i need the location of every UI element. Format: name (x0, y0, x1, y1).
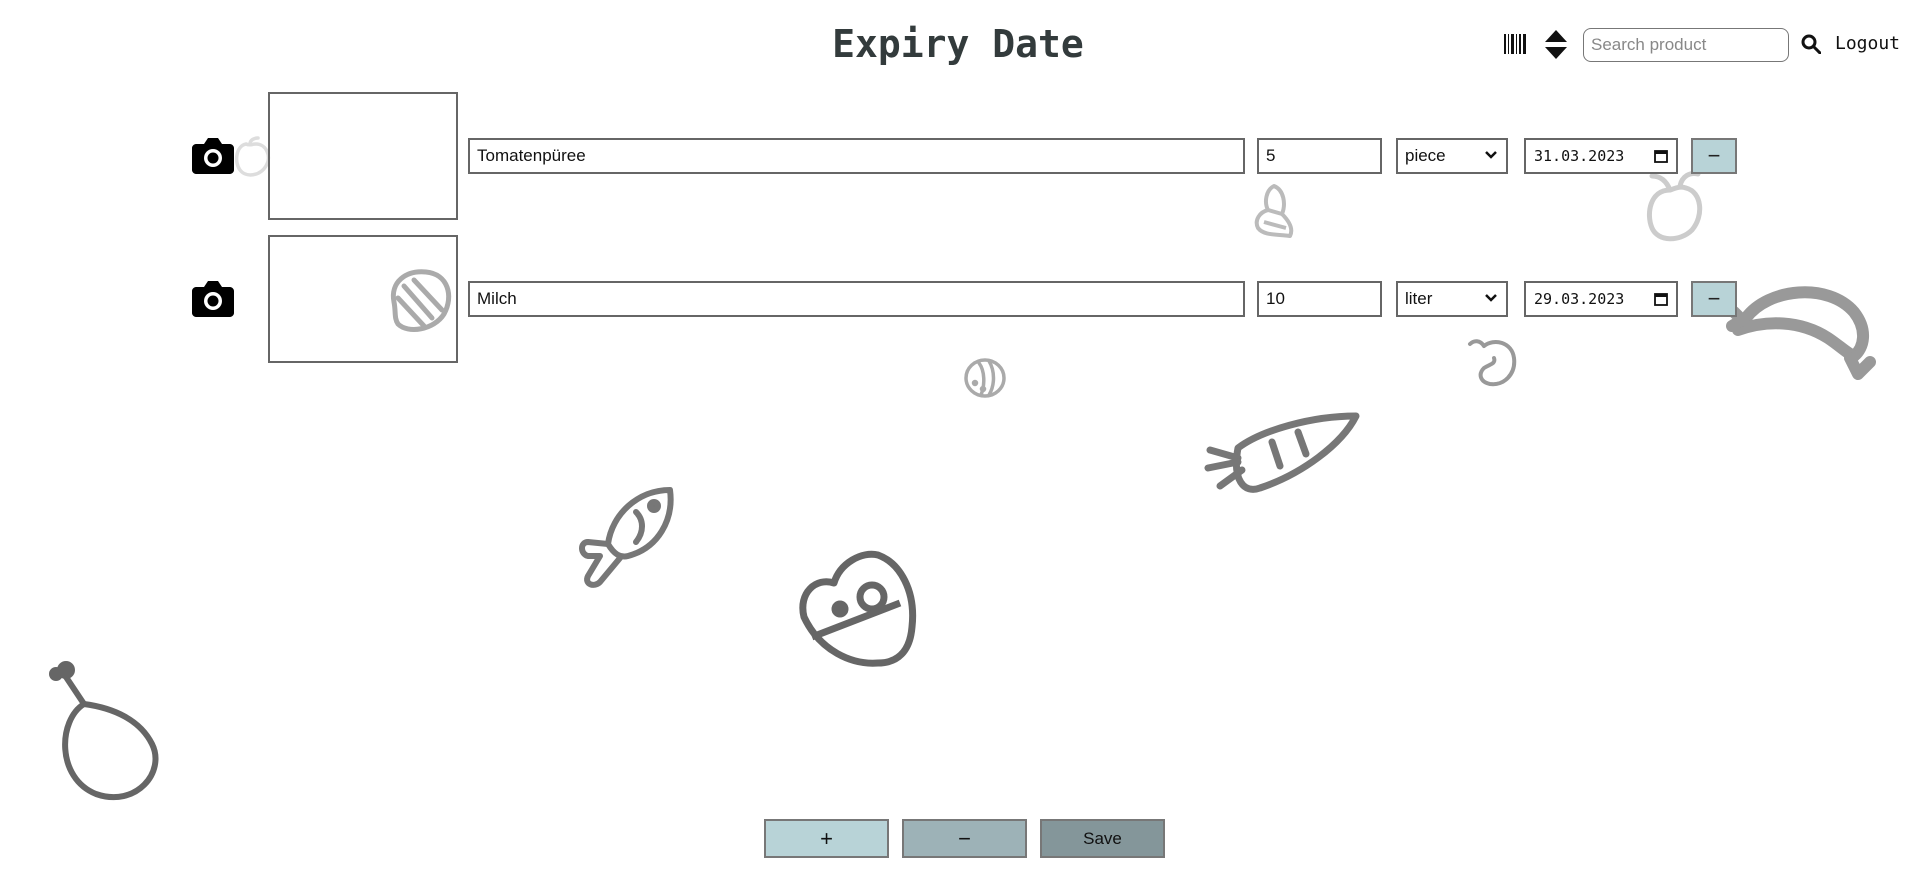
remove-row-label: − (1707, 143, 1721, 168)
fish-doodle (578, 484, 678, 594)
camera-icon[interactable] (192, 136, 234, 179)
barcode-icon[interactable] (1504, 34, 1526, 59)
expiry-date-field[interactable]: 29.03.2023 (1524, 281, 1678, 317)
unit-select-value: piece (1396, 138, 1508, 174)
remove-last-row-button[interactable]: − (902, 819, 1027, 858)
add-row-label: + (820, 825, 833, 851)
carrot-doodle (1202, 410, 1362, 495)
product-photo[interactable] (268, 235, 458, 363)
add-row-button[interactable]: + (764, 819, 889, 858)
remove-row-button[interactable]: − (1691, 281, 1737, 317)
expiry-date-value: 29.03.2023 (1534, 290, 1625, 308)
remove-row-button[interactable]: − (1691, 138, 1737, 174)
product-row: piece 31.03.2023 − (0, 92, 1916, 222)
remove-last-row-label: − (958, 825, 971, 851)
unit-select[interactable]: piece (1396, 138, 1508, 174)
drumstick-doodle (48, 660, 168, 801)
unit-select[interactable]: liter (1396, 281, 1508, 317)
calendar-icon[interactable] (1654, 149, 1668, 163)
product-photo[interactable] (268, 92, 458, 220)
logout-link[interactable]: Logout (1835, 33, 1900, 54)
search-icon[interactable] (1801, 34, 1822, 59)
expiry-date-field[interactable]: 31.03.2023 (1524, 138, 1678, 174)
save-label: Save (1083, 828, 1122, 848)
search-input[interactable] (1583, 28, 1789, 62)
camera-icon[interactable] (192, 279, 234, 322)
product-name-field[interactable] (468, 138, 1245, 174)
unit-select-value: liter (1396, 281, 1508, 317)
product-row: liter 29.03.2023 − (0, 235, 1916, 365)
sort-icon[interactable] (1545, 30, 1567, 65)
product-name-field[interactable] (468, 281, 1245, 317)
expiry-date-value: 31.03.2023 (1534, 147, 1625, 165)
remove-row-label: − (1707, 286, 1721, 311)
cheese-doodle (796, 547, 921, 672)
quantity-field[interactable] (1257, 281, 1382, 317)
save-button[interactable]: Save (1040, 819, 1165, 858)
calendar-icon[interactable] (1654, 292, 1668, 306)
quantity-field[interactable] (1257, 138, 1382, 174)
